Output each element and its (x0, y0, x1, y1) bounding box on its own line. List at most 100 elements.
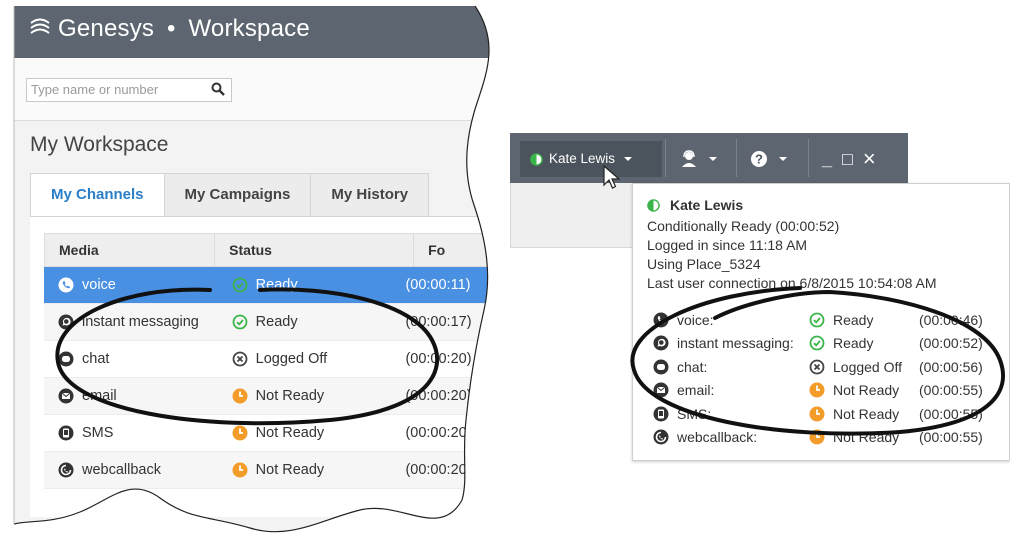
popup-media-cell: SMS: (653, 406, 809, 422)
brand-separator: • (167, 15, 176, 42)
agent-headset-icon (682, 150, 696, 167)
popup-status-line: Conditionally Ready (00:00:52) (647, 218, 840, 234)
popup-status-text: Not Ready (833, 429, 900, 445)
not-ready-status-icon (809, 429, 825, 445)
popup-name-text: Kate Lewis (670, 197, 744, 213)
svg-text:?: ? (755, 152, 763, 167)
popup-status-text: Not Ready (833, 405, 900, 422)
status-duration: (00:00:20) (405, 351, 472, 367)
instant-messaging-icon (653, 335, 669, 351)
logged-off-status-icon (809, 359, 825, 375)
popup-media-name: instant messaging: (677, 335, 794, 351)
not-ready-status-icon (232, 462, 248, 478)
popup-status-cell: Ready (809, 312, 919, 328)
popup-media-cell: webcallback: (653, 429, 809, 445)
help-menu-button[interactable]: ? (736, 141, 802, 177)
conditionally-ready-icon (530, 152, 543, 166)
not-ready-status-icon (232, 388, 248, 404)
user-status-menu-button[interactable]: Kate Lewis (520, 141, 662, 177)
ready-status-icon (809, 312, 825, 328)
popup-status-cell: Not Ready (809, 406, 919, 422)
popup-channel-row: email: Not Ready (00:00:55) (653, 379, 1003, 402)
popup-channel-row: instant messaging: Ready (00:00:52) (653, 332, 1003, 355)
status-cell: Ready (216, 277, 406, 293)
main-toolbar: Kate Lewis ? _ □ × (510, 133, 908, 183)
status-text: Logged Off (255, 351, 328, 367)
popup-media-cell: instant messaging: (653, 335, 809, 351)
minimize-button[interactable]: _ (822, 149, 832, 170)
status-cell: Ready (216, 314, 406, 330)
media-name: chat (82, 351, 110, 367)
not-ready-status-icon (809, 406, 825, 422)
table-row[interactable]: voice Ready (00:00:11) No Ac (44, 267, 544, 304)
popup-last-connection-line: Last user connection on 6/8/2015 10:54:0… (647, 275, 937, 291)
brand-name: Genesys (58, 15, 155, 42)
product-name: Workspace (188, 15, 310, 42)
table-row[interactable]: SMS Not Ready (00:00:20) (44, 415, 544, 452)
popup-channel-row: voice: Ready (00:00:46) (653, 308, 1003, 331)
popup-media-name: SMS: (677, 405, 712, 422)
ready-status-icon (809, 335, 825, 351)
popup-status-duration: (00:00:52) (919, 335, 983, 351)
title-bar: Genesys • Workspace (0, 0, 540, 58)
team-communicator-search[interactable] (26, 78, 232, 102)
status-duration: (00:00:17) (405, 314, 472, 330)
workspace-window-body: Genesys • Workspace My Workspace My Chan… (0, 0, 540, 545)
workspace-window: Genesys • Workspace My Workspace My Chan… (0, 0, 540, 545)
table-row[interactable]: webcallback Not Ready (00:00:20) (44, 452, 544, 489)
search-icon[interactable] (211, 82, 225, 96)
status-duration: (00:00:20) (405, 425, 472, 441)
popup-status-cell: Not Ready (809, 429, 919, 445)
table-row[interactable]: chat Logged Off (00:00:20) (44, 341, 544, 378)
popup-user-name: Kate Lewis (647, 197, 743, 213)
status-cell: Not Ready (216, 388, 406, 404)
popup-status-duration: (00:00:55) (919, 382, 983, 398)
webcallback-icon (653, 429, 669, 445)
popup-status-cell: Ready (809, 335, 919, 351)
email-icon (58, 388, 74, 404)
help-icon: ? (751, 151, 767, 167)
table-row[interactable]: instant messaging Ready (00:00:17) (44, 304, 544, 341)
chat-icon (653, 359, 669, 375)
popup-status-cell: Logged Off (809, 359, 919, 375)
popup-channel-row: SMS: Not Ready (00:00:55) (653, 402, 1003, 425)
column-header-media[interactable]: Media (45, 234, 215, 266)
popup-status-text: Logged Off (833, 358, 903, 375)
ready-status-icon (232, 314, 248, 330)
window-controls: _ □ × (822, 141, 876, 177)
table-row[interactable]: email Not Ready (00:00:20) (44, 378, 544, 415)
status-duration: (00:00:11) (405, 277, 471, 293)
genesys-logo-icon (28, 17, 52, 39)
phone-icon (58, 277, 74, 293)
search-input[interactable] (27, 79, 201, 99)
popup-media-name: voice: (677, 311, 714, 328)
media-name: SMS (82, 425, 114, 441)
phone-icon (653, 312, 669, 328)
chat-icon (58, 351, 74, 367)
agent-menu-button[interactable] (666, 141, 732, 177)
status-text: Ready (255, 314, 298, 330)
popup-media-cell: voice: (653, 312, 809, 328)
close-button[interactable]: × (863, 146, 876, 172)
maximize-button[interactable]: □ (842, 149, 853, 170)
channels-table: Media Status Fo voice Ready (00:00:11) No A… (44, 233, 544, 489)
media-cell: instant messaging (44, 314, 216, 330)
media-name: email (82, 388, 117, 404)
media-name: webcallback (82, 462, 161, 478)
popup-media-name: email: (677, 382, 715, 398)
column-header-status[interactable]: Status (215, 234, 414, 266)
popup-status-duration: (00:00:46) (919, 311, 983, 328)
media-cell: voice (44, 277, 216, 293)
ready-status-icon (232, 277, 248, 293)
popup-media-name: webcallback: (677, 429, 758, 445)
popup-status-duration: (00:00:56) (919, 358, 983, 375)
status-duration: (00:00:20) (405, 388, 472, 404)
not-ready-status-icon (232, 425, 248, 441)
tab-my-channels[interactable]: My Channels (30, 173, 165, 218)
table-body: voice Ready (00:00:11) No Ac instant messagi… (44, 267, 544, 489)
tab-my-campaigns[interactable]: My Campaigns (164, 173, 312, 216)
tab-my-history[interactable]: My History (310, 173, 429, 216)
media-cell: webcallback (44, 462, 216, 478)
popup-channel-row: webcallback: Not Ready (00:00:55) (653, 426, 1003, 449)
status-text: Not Ready (255, 462, 325, 478)
